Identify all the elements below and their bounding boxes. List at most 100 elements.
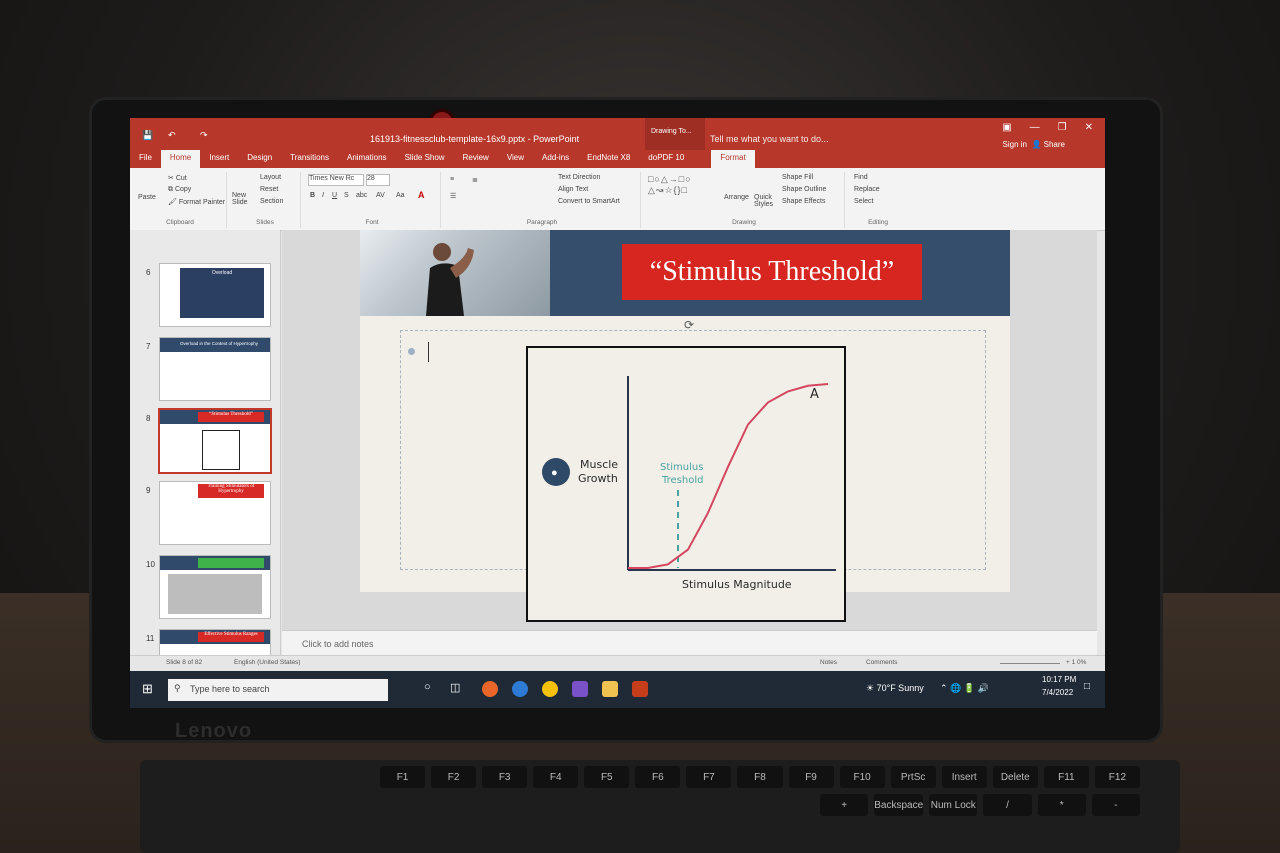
strikethrough-button[interactable]: abc (356, 192, 367, 199)
layout-button[interactable]: Layout (260, 174, 281, 181)
tray-icons[interactable]: ⌃ 🌐 🔋 🔊 (940, 683, 989, 694)
tab-view[interactable]: View (498, 150, 533, 168)
stimulus-chart-frame[interactable]: ● Muscle Growth Stimulus Treshold A Stim… (526, 346, 846, 622)
save-icon[interactable]: 💾 (142, 130, 153, 141)
char-spacing-button[interactable]: AV (376, 192, 385, 199)
align-left-icon[interactable]: ☰ (450, 192, 456, 200)
format-painter-button[interactable]: 🖌 Format Painter (168, 198, 225, 206)
numbering-icon[interactable]: ≣ (472, 176, 478, 184)
slide-thumbnail-10[interactable]: 10 (146, 556, 270, 618)
task-view-icon[interactable]: ◫ (450, 681, 460, 694)
slides-group: New Slide Layout Reset Section Slides (230, 172, 301, 228)
contextual-tab-group-label: Drawing To... (651, 128, 692, 135)
arrange-button[interactable]: Arrange (724, 194, 749, 201)
minimize-button[interactable]: — (1030, 122, 1040, 133)
keyboard-key: F11 (1043, 766, 1089, 788)
chrome-icon[interactable] (542, 681, 558, 697)
underline-button[interactable]: U (332, 192, 337, 199)
visual-studio-icon[interactable] (572, 681, 588, 697)
cut-label: Cut (175, 175, 187, 182)
zoom-level[interactable]: + 1 0% (1066, 659, 1086, 666)
new-slide-button[interactable]: New Slide (232, 192, 256, 206)
notes-pane[interactable]: Click to add notes (282, 630, 1097, 656)
shape-outline-button[interactable]: Shape Outline (782, 186, 826, 193)
slide-editing-area[interactable]: “Stimulus Threshold” ⟳ ● Muscle Growth S… (282, 230, 1097, 630)
thumb-number: 11 (146, 634, 155, 643)
laptop-screen: 💾 ↶ ↷ 161913-fitnessclub-template-16x9.p… (130, 118, 1105, 708)
tab-add-ins[interactable]: Add-ins (533, 150, 578, 168)
notes-toggle[interactable]: Notes (820, 659, 837, 666)
language-indicator[interactable]: English (United States) (234, 659, 300, 666)
font-size-box[interactable]: 28 (366, 174, 390, 186)
keyboard-key: F2 (431, 766, 477, 788)
status-bar: Slide 8 of 82 English (United States) No… (130, 655, 1105, 672)
sign-in-link[interactable]: Sign in 👤 Share (1003, 140, 1065, 149)
clock-date[interactable]: 7/4/2022 (1042, 688, 1073, 697)
search-icon: ⚲ (174, 683, 181, 693)
zoom-slider[interactable] (1000, 663, 1060, 664)
notification-icon[interactable]: □ (1084, 681, 1090, 692)
tab-animations[interactable]: Animations (338, 150, 396, 168)
tell-me-box[interactable]: Tell me what you want to do... (710, 134, 829, 144)
slide-thumbnail-9[interactable]: 9 Training Stimulators of Hypertrophy (146, 482, 270, 544)
slide-title[interactable]: “Stimulus Threshold” (622, 244, 922, 300)
reset-button[interactable]: Reset (260, 186, 278, 193)
file-explorer-icon[interactable] (602, 681, 618, 697)
paste-button[interactable]: Paste (138, 194, 156, 201)
weather-widget[interactable]: ☀ 70°F Sunny (866, 683, 924, 694)
shape-effects-button[interactable]: Shape Effects (782, 198, 825, 205)
tab-slide-show[interactable]: Slide Show (396, 150, 454, 168)
shadow-button[interactable]: S (344, 192, 349, 199)
current-slide[interactable]: “Stimulus Threshold” ⟳ ● Muscle Growth S… (360, 230, 1010, 622)
tab-endnote[interactable]: EndNote X8 (578, 150, 639, 168)
ribbon-display-icon[interactable]: ▣ (1002, 122, 1011, 133)
function-key-row: F1 F2 F3 F4 F5 F6 F7 F8 F9 F10 PrtSc Insert Delete F1… (380, 766, 1140, 788)
font-name-box[interactable]: Times New Rc (308, 174, 364, 186)
find-button[interactable]: Find (854, 174, 868, 181)
cortana-icon[interactable]: ○ (424, 681, 431, 693)
convert-smartart-button[interactable]: Convert to SmartArt (558, 198, 620, 205)
close-button[interactable]: ✕ (1085, 122, 1093, 133)
slide-thumbnail-11[interactable]: 11 Effective Stimulus Ranges (146, 630, 270, 655)
tab-review[interactable]: Review (454, 150, 498, 168)
thumb-green-title (198, 558, 264, 568)
share-label: Share (1043, 140, 1065, 149)
text-direction-button[interactable]: Text Direction (558, 174, 600, 181)
bullets-icon[interactable]: ≡ (450, 176, 454, 183)
tab-design[interactable]: Design (238, 150, 281, 168)
tab-dopdf[interactable]: doPDF 10 (639, 150, 693, 168)
tab-insert[interactable]: Insert (200, 150, 238, 168)
select-button[interactable]: Select (854, 198, 873, 205)
slide-thumbnail-6[interactable]: 6 Overload (146, 264, 270, 326)
undo-icon[interactable]: ↶ (168, 130, 176, 141)
taskbar-search[interactable]: ⚲ Type here to search (168, 679, 388, 701)
section-button[interactable]: Section (260, 198, 283, 205)
tab-file[interactable]: File (130, 150, 161, 168)
firefox-icon[interactable] (482, 681, 498, 697)
align-text-button[interactable]: Align Text (558, 186, 588, 193)
shapes-gallery[interactable]: □○△→□○ △↝☆{}□ (648, 174, 692, 196)
italic-button[interactable]: I (322, 192, 324, 199)
slide-thumbnail-7[interactable]: 7 Overload in the Context of Hypertrophy (146, 338, 270, 400)
redo-icon[interactable]: ↷ (200, 130, 208, 141)
copy-button[interactable]: ⧉ Copy (168, 186, 191, 194)
quick-styles-button[interactable]: Quick Styles (754, 194, 776, 208)
slide-thumbnail-8[interactable]: 8 “Stimulus Threshold” (146, 410, 270, 472)
tab-format[interactable]: Format (711, 150, 755, 168)
tab-home[interactable]: Home (160, 150, 201, 168)
gym-photo[interactable] (360, 230, 550, 316)
threshold-label-line2: Treshold (661, 475, 703, 486)
tab-transitions[interactable]: Transitions (281, 150, 338, 168)
maximize-button[interactable]: ❐ (1058, 122, 1067, 133)
shape-fill-button[interactable]: Shape Fill (782, 174, 813, 181)
comments-toggle[interactable]: Comments (866, 659, 897, 666)
change-case-button[interactable]: Aa (396, 192, 405, 199)
powerpoint-taskbar-icon[interactable] (632, 681, 648, 697)
edge-icon[interactable] (512, 681, 528, 697)
windows-start-icon[interactable]: ⊞ (142, 681, 153, 697)
font-color-icon[interactable]: A (418, 190, 425, 200)
bold-button[interactable]: B (310, 192, 315, 199)
cut-button[interactable]: ✂ Cut (168, 174, 187, 182)
clock-time[interactable]: 10:17 PM (1042, 675, 1076, 684)
replace-button[interactable]: Replace (854, 186, 880, 193)
